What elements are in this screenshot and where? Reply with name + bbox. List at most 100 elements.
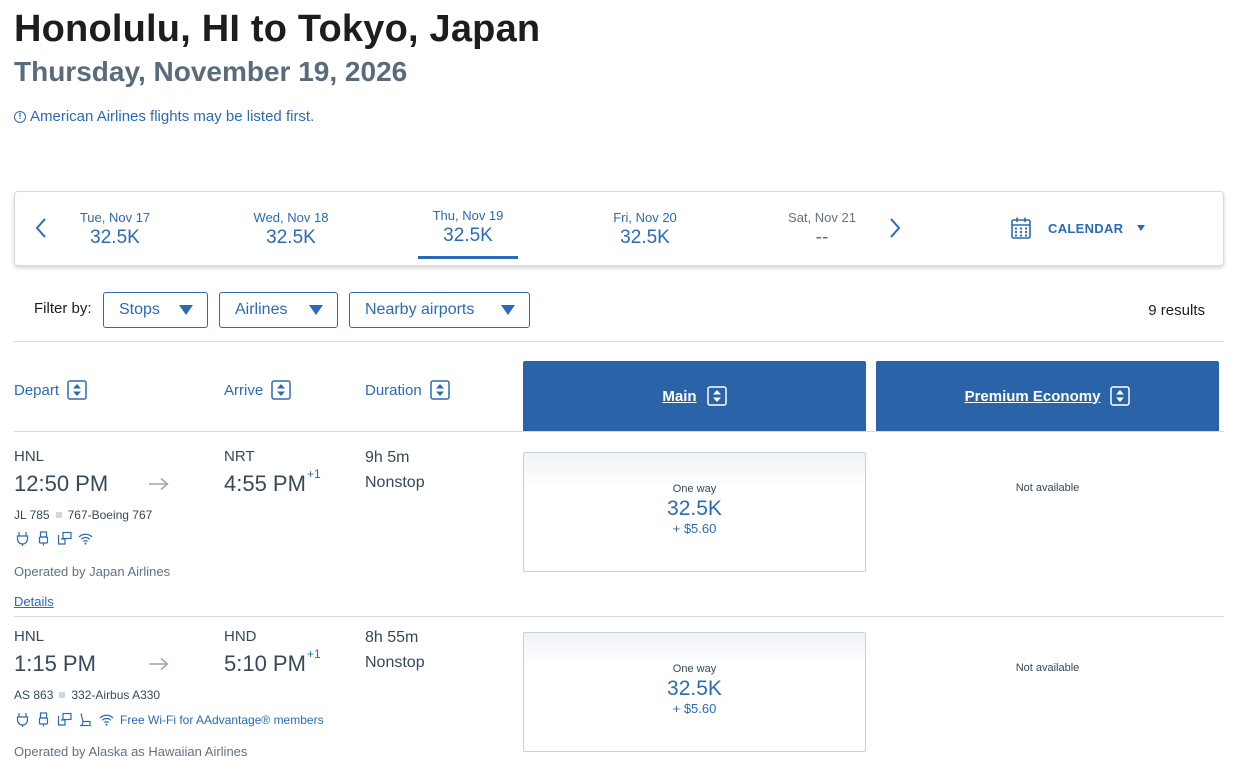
date-tab-sat-nov-21[interactable]: Sat, Nov 21 --	[762, 210, 882, 249]
arrow-right-icon	[148, 477, 170, 491]
sort-arrive[interactable]: Arrive	[224, 380, 291, 400]
premium-not-available: Not available	[1015, 662, 1080, 674]
airlines-filter[interactable]: Airlines	[219, 292, 338, 328]
main-fare-card[interactable]: One way 32.5K + $5.60	[523, 632, 866, 752]
arrive-time-value: 4:55 PM	[224, 471, 306, 496]
amenities: Free Wi-Fi for AAdvantage® members	[15, 712, 324, 727]
results-count: 9 results	[1148, 302, 1205, 319]
depart-time: 12:50 PM	[14, 471, 109, 496]
arrive-time: 5:10 PM+1	[224, 647, 321, 677]
amenities	[15, 531, 93, 546]
main-cabin-header[interactable]: Main	[523, 361, 866, 431]
date-tab-price: --	[815, 227, 829, 248]
info-icon: !	[14, 110, 26, 123]
sort-icon	[67, 380, 87, 400]
flight-stops: Nonstop	[365, 474, 425, 491]
date-tab-label: Wed, Nov 18	[253, 210, 329, 225]
divider	[14, 431, 1224, 432]
airlines-filter-label: Airlines	[235, 301, 288, 318]
separator	[59, 692, 66, 698]
date-tab-label: Tue, Nov 17	[79, 210, 151, 225]
caret-down-icon	[501, 305, 515, 315]
fare-fee: + $5.60	[672, 521, 717, 536]
usb-icon[interactable]	[36, 531, 51, 546]
date-tab-price: 32.5K	[443, 225, 493, 246]
date-tab-tue-nov-17[interactable]: Tue, Nov 17 32.5K	[55, 210, 175, 249]
date-tab-price: 32.5K	[620, 227, 670, 248]
travel-date: Thursday, November 19, 2026	[14, 56, 408, 87]
arrive-time: 4:55 PM+1	[224, 467, 321, 497]
sort-depart[interactable]: Depart	[14, 380, 87, 400]
flight-stops: Nonstop	[365, 654, 425, 671]
nearby-airports-filter[interactable]: Nearby airports	[349, 292, 530, 328]
page-title: Honolulu, HI to Tokyo, Japan	[14, 8, 541, 50]
flight-duration: 9h 5m	[365, 449, 410, 466]
day-offset: +1	[306, 647, 321, 661]
sort-icon	[706, 386, 727, 406]
caret-down-icon	[1137, 225, 1146, 231]
next-dates-button[interactable]	[887, 216, 903, 240]
wifi-offer-text[interactable]: Free Wi-Fi for AAdvantage® members	[120, 713, 324, 727]
date-tab-thu-nov-19[interactable]: Thu, Nov 19 32.5K	[408, 208, 528, 259]
flight-number: AS 863	[14, 688, 54, 702]
entertainment-icon[interactable]	[57, 531, 72, 546]
caret-down-icon	[309, 305, 323, 315]
date-tab-wed-nov-18[interactable]: Wed, Nov 18 32.5K	[231, 210, 351, 249]
fare-miles: 32.5K	[667, 497, 722, 520]
day-offset: +1	[306, 467, 321, 481]
fare-type: One way	[672, 483, 717, 495]
power-icon[interactable]	[15, 531, 30, 546]
sort-duration[interactable]: Duration	[365, 380, 450, 400]
flight-duration: 8h 55m	[365, 629, 419, 646]
date-tab-label: Fri, Nov 20	[613, 210, 677, 225]
usb-icon[interactable]	[36, 712, 51, 727]
fare-type: One way	[672, 663, 717, 675]
date-tab-price: 32.5K	[90, 227, 140, 248]
wifi-icon[interactable]	[99, 712, 114, 727]
arrive-airport: HND	[224, 628, 257, 645]
flight-equipment: JL 785 767-Boeing 767	[14, 508, 152, 522]
arrive-time-value: 5:10 PM	[224, 651, 306, 676]
caret-down-icon	[179, 305, 193, 315]
divider	[14, 616, 1224, 617]
main-fare-card[interactable]: One way 32.5K + $5.60	[523, 452, 866, 572]
seat-icon[interactable]	[78, 712, 93, 727]
depart-airport: HNL	[14, 448, 45, 465]
arrow-right-icon	[148, 657, 170, 671]
nearby-airports-filter-label: Nearby airports	[365, 301, 475, 318]
flight-number: JL 785	[14, 508, 50, 522]
chevron-right-icon	[890, 218, 901, 238]
flight-equipment: AS 863 332-Airbus A330	[14, 688, 160, 702]
fare-fee: + $5.60	[672, 701, 717, 716]
calendar-label: CALENDAR	[1048, 220, 1124, 236]
date-tab-fri-nov-20[interactable]: Fri, Nov 20 32.5K	[585, 210, 705, 249]
entertainment-icon[interactable]	[57, 712, 72, 727]
operated-by: Operated by Alaska as Hawaiian Airlines	[14, 744, 248, 759]
divider	[14, 341, 1224, 342]
airline-notice: ! American Airlines flights may be liste…	[14, 108, 314, 125]
calendar-icon	[1011, 217, 1031, 239]
details-link[interactable]: Details	[14, 594, 54, 609]
premium-economy-header[interactable]: Premium Economy	[876, 361, 1219, 431]
depart-time: 1:15 PM	[14, 651, 96, 676]
main-cabin-label: Main	[662, 387, 697, 405]
aircraft-type: 332-Airbus A330	[71, 688, 161, 702]
separator	[55, 512, 62, 518]
duration-header-label: Duration	[365, 381, 422, 399]
date-tab-price: 32.5K	[266, 227, 316, 248]
stops-filter[interactable]: Stops	[103, 292, 208, 328]
depart-airport: HNL	[14, 628, 45, 645]
calendar-button[interactable]: CALENDAR	[1010, 216, 1146, 240]
sort-icon	[429, 380, 450, 400]
stops-filter-label: Stops	[119, 301, 160, 318]
operated-by: Operated by Japan Airlines	[14, 564, 171, 579]
aircraft-type: 767-Boeing 767	[67, 508, 153, 522]
power-icon[interactable]	[15, 712, 30, 727]
wifi-icon[interactable]	[78, 531, 93, 546]
filter-label: Filter by:	[34, 300, 92, 317]
previous-dates-button[interactable]	[33, 216, 49, 240]
fare-miles: 32.5K	[667, 677, 722, 700]
notice-text: American Airlines flights may be listed …	[30, 108, 315, 125]
arrive-header-label: Arrive	[224, 381, 264, 399]
sort-icon	[1110, 386, 1131, 406]
